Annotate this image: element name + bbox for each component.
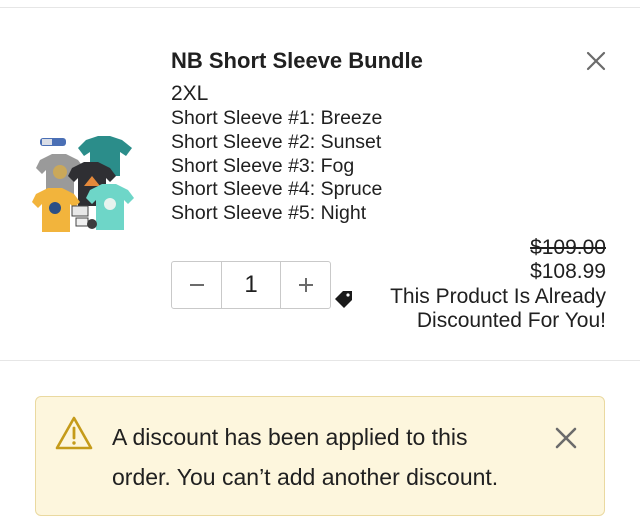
price-block: $109.00 $108.99 (530, 236, 606, 284)
alert-message: A discount has been applied to this orde… (112, 424, 499, 490)
product-title[interactable]: NB Short Sleeve Bundle (171, 48, 423, 74)
bundle-option: Short Sleeve #1: Breeze (171, 107, 383, 129)
original-price: $109.00 (530, 236, 606, 259)
close-icon[interactable] (585, 50, 607, 72)
minus-icon (189, 284, 204, 286)
warning-icon (55, 416, 93, 450)
bundle-option: Short Sleeve #3: Fog (171, 154, 355, 177)
product-thumbnail[interactable] (32, 136, 136, 244)
quantity-input[interactable]: 1 (221, 262, 281, 308)
discount-note: This Product Is Already Discounted For Y… (390, 285, 606, 332)
cart-item: NB Short Sleeve Bundle 2XL Short Sleeve … (0, 8, 640, 360)
bundle-option: Short Sleeve #4: Spruce (171, 178, 383, 201)
decrease-quantity-button[interactable] (172, 262, 221, 308)
discount-alert: A discount has been applied to this orde… (35, 396, 605, 516)
close-icon[interactable] (553, 425, 579, 451)
bundle-option: Short Sleeve #2: Sunset (171, 130, 382, 153)
bundle-option: Short Sleeve #5: Night (171, 202, 367, 225)
bundle-options-list: Short Sleeve #1: Breeze Short Sleeve #2:… (171, 107, 382, 226)
variant-size: 2XL (171, 82, 209, 105)
sale-price: $108.99 (530, 260, 606, 283)
section-divider (0, 360, 640, 361)
